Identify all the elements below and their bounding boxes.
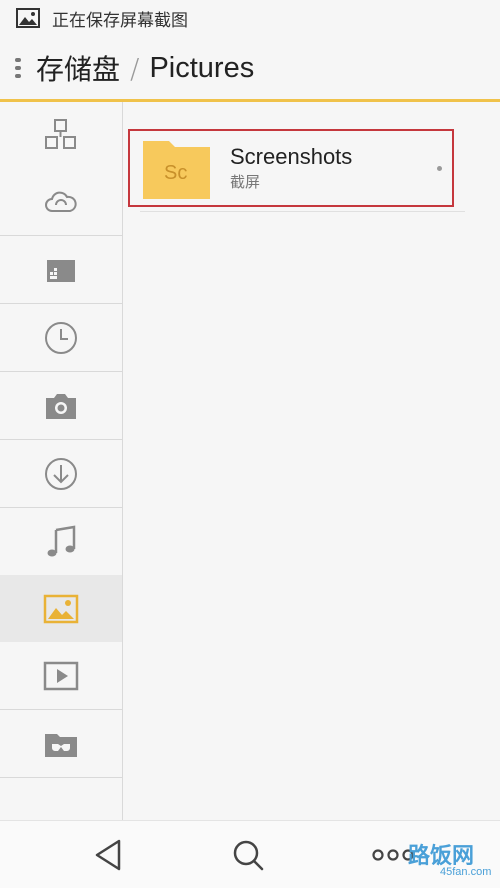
sidebar xyxy=(0,102,123,820)
sidebar-group-download xyxy=(0,440,122,508)
download-icon xyxy=(45,457,77,490)
folder-subtitle: 截屏 xyxy=(230,173,261,191)
search-button[interactable] xyxy=(228,835,268,875)
cloud-icon xyxy=(45,191,77,212)
clock-icon xyxy=(45,321,77,354)
breadcrumb: 存储盘 / Pictures xyxy=(36,48,254,88)
sidebar-item-camera[interactable] xyxy=(0,372,122,439)
sd-card-icon xyxy=(47,259,75,282)
sidebar-item-music[interactable] xyxy=(0,508,122,575)
image-icon xyxy=(16,8,40,28)
sidebar-group-camera xyxy=(0,372,122,440)
sidebar-item-video[interactable] xyxy=(0,642,122,709)
category-icon xyxy=(45,119,76,149)
sidebar-group-media xyxy=(0,508,122,710)
file-manager-screen: 正在保存屏幕截图 存储盘 / Pictures Sc Screenshots 截… xyxy=(0,0,500,888)
row-divider xyxy=(140,211,465,212)
picture-icon xyxy=(43,594,79,623)
sidebar-item-private[interactable] xyxy=(0,710,122,777)
breadcrumb-separator: / xyxy=(130,51,140,85)
status-text: 正在保存屏幕截图 xyxy=(52,10,188,31)
folder-name: Screenshots xyxy=(230,144,353,169)
folder-text: Screenshots 截屏 xyxy=(230,143,352,193)
drag-handle-icon[interactable] xyxy=(0,36,36,100)
private-folder-icon xyxy=(45,733,77,757)
sidebar-item-download[interactable] xyxy=(0,440,122,507)
sidebar-group-private xyxy=(0,710,122,778)
back-icon xyxy=(95,839,121,871)
breadcrumb-root[interactable]: 存储盘 xyxy=(36,48,120,88)
camera-icon xyxy=(46,393,76,419)
status-bar: 正在保存屏幕截图 xyxy=(0,0,500,36)
sidebar-group-recent xyxy=(0,304,122,372)
sidebar-item-sdcard[interactable] xyxy=(0,236,122,303)
back-button[interactable] xyxy=(88,835,128,875)
sidebar-item-recent[interactable] xyxy=(0,304,122,371)
folder-list: Sc Screenshots 截屏 xyxy=(124,102,500,820)
folder-status-dot xyxy=(437,166,442,171)
folder-icon: Sc xyxy=(143,141,210,199)
folder-abbr: Sc xyxy=(164,162,187,184)
video-icon xyxy=(43,661,79,690)
sidebar-group-storage xyxy=(0,236,122,304)
search-icon xyxy=(233,840,264,871)
sidebar-item-category[interactable] xyxy=(0,102,122,168)
sidebar-item-cloud[interactable] xyxy=(0,168,122,235)
header: 存储盘 / Pictures xyxy=(0,36,500,100)
sidebar-item-pictures[interactable] xyxy=(0,575,122,642)
list-item[interactable]: Sc Screenshots 截屏 xyxy=(128,129,454,207)
music-icon xyxy=(47,525,76,556)
watermark-url: 45fan.com xyxy=(440,866,492,878)
sidebar-group-top xyxy=(0,102,122,236)
breadcrumb-current: Pictures xyxy=(149,51,255,84)
